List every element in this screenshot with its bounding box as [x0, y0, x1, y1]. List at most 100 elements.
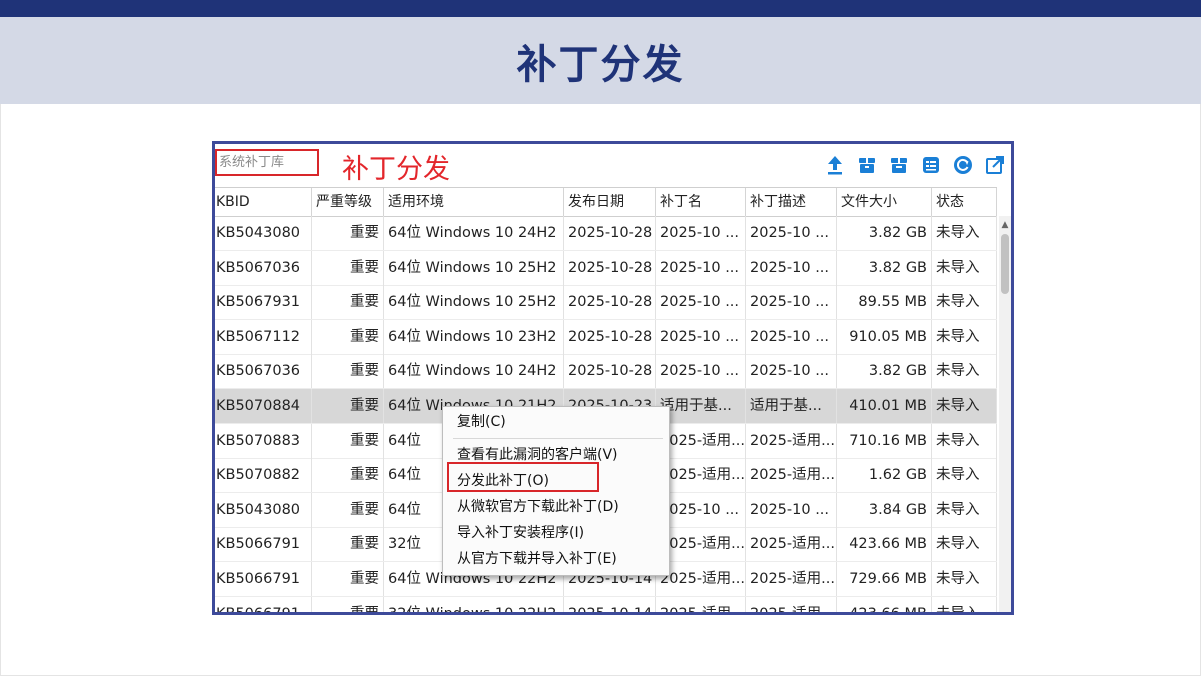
- cell-patch-desc: 2025-适用...: [746, 596, 837, 612]
- cell-patch-desc: 2025-10 ...: [746, 250, 837, 285]
- package-alt-icon[interactable]: [888, 154, 910, 176]
- cell-severity: 重要: [312, 527, 384, 562]
- cell-status: 未导入: [932, 596, 997, 612]
- cell-status: 未导入: [932, 216, 997, 250]
- menu-item-download-ms[interactable]: 从微软官方下载此补丁(D): [457, 495, 619, 519]
- cell-status: 未导入: [932, 319, 997, 354]
- cell-environment: 64位 Windows 10 24H2: [384, 354, 564, 389]
- cell-environment: 64位 Windows 10 23H2: [384, 319, 564, 354]
- menu-item-download-import[interactable]: 从官方下载并导入补丁(E): [457, 547, 617, 571]
- cell-patch-desc: 2025-适用...: [746, 562, 837, 596]
- cell-patch-desc: 2025-10 ...: [746, 319, 837, 354]
- cell-environment: 64位 Windows 10 25H2: [384, 285, 564, 320]
- table-row[interactable]: KB5067036 重要 64位 Windows 10 24H2 2025-10-28…: [215, 354, 997, 390]
- cell-patch-desc: 适用于基...: [746, 389, 837, 423]
- column-header-patch-desc[interactable]: 补丁描述: [746, 188, 837, 216]
- cell-status: 未导入: [932, 458, 997, 493]
- cell-release-date: 2025-10-28: [564, 285, 656, 320]
- cell-severity: 重要: [312, 596, 384, 612]
- cell-file-size: 3.82 GB: [837, 216, 932, 250]
- column-header-environment[interactable]: 适用环境: [384, 188, 564, 216]
- vertical-scrollbar[interactable]: ▲: [999, 216, 1011, 612]
- top-accent-bar: [0, 0, 1201, 17]
- menu-item-copy[interactable]: 复制(C): [457, 410, 506, 434]
- cell-patch-desc: 2025-适用...: [746, 423, 837, 458]
- column-header-severity[interactable]: 严重等级: [312, 188, 384, 216]
- table-row[interactable]: KB5067036 重要 64位 Windows 10 25H2 2025-10-28…: [215, 250, 997, 286]
- table-row[interactable]: KB5066791 重要 32位 Windows 10 22H2 2025-10-14…: [215, 596, 997, 612]
- cell-kbid: KB5070882: [215, 458, 312, 493]
- slide-header: 补丁分发: [0, 17, 1201, 104]
- column-header-status[interactable]: 状态: [932, 188, 997, 216]
- cell-patch-desc: 2025-适用...: [746, 527, 837, 562]
- refresh-icon[interactable]: [952, 154, 974, 176]
- cell-kbid: KB5043080: [215, 216, 312, 250]
- cell-kbid: KB5070883: [215, 423, 312, 458]
- cell-kbid: KB5067036: [215, 354, 312, 389]
- package-icon[interactable]: [856, 154, 878, 176]
- cell-patch-name: 2025-10 ...: [656, 250, 746, 285]
- cell-severity: 重要: [312, 492, 384, 527]
- cell-kbid: KB5067931: [215, 285, 312, 320]
- cell-status: 未导入: [932, 492, 997, 527]
- cell-environment: 32位 Windows 10 22H2: [384, 596, 564, 612]
- cell-release-date: 2025-10-28: [564, 354, 656, 389]
- column-header-patch-name[interactable]: 补丁名: [656, 188, 746, 216]
- upload-icon[interactable]: [824, 154, 846, 176]
- annotation-title: 补丁分发: [342, 154, 450, 185]
- cell-release-date: 2025-10-28: [564, 250, 656, 285]
- cell-patch-desc: 2025-10 ...: [746, 216, 837, 250]
- cell-patch-name: 2025-10 ...: [656, 319, 746, 354]
- export-icon[interactable]: [984, 154, 1006, 176]
- cell-status: 未导入: [932, 527, 997, 562]
- cell-severity: 重要: [312, 285, 384, 320]
- cell-severity: 重要: [312, 354, 384, 389]
- cell-kbid: KB5067112: [215, 319, 312, 354]
- cell-patch-desc: 2025-适用...: [746, 458, 837, 493]
- cell-file-size: 710.16 MB: [837, 423, 932, 458]
- column-header-release-date[interactable]: 发布日期: [564, 188, 656, 216]
- context-menu: 复制(C) 查看有此漏洞的客户端(V) 分发此补丁(O) 从微软官方下载此补丁(…: [442, 406, 670, 576]
- scroll-thumb[interactable]: [1001, 234, 1009, 294]
- cell-patch-name: 2025-10 ...: [656, 216, 746, 250]
- cell-patch-name: 2025-适用...: [656, 596, 746, 612]
- cell-patch-desc: 2025-10 ...: [746, 285, 837, 320]
- toolbar: [824, 154, 1006, 178]
- cell-kbid: KB5067036: [215, 250, 312, 285]
- cell-file-size: 423.66 MB: [837, 596, 932, 612]
- cell-release-date: 2025-10-28: [564, 216, 656, 250]
- search-input[interactable]: 系统补丁库: [215, 149, 319, 176]
- column-header-kbid[interactable]: KBID: [215, 188, 312, 216]
- cell-severity: 重要: [312, 216, 384, 250]
- patch-window: 系统补丁库 补丁分发 KBID 严重等级 适用环境 发布日期 补丁名 补丁描述 文件大小 状态…: [212, 141, 1014, 615]
- cell-severity: 重要: [312, 389, 384, 423]
- cell-severity: 重要: [312, 458, 384, 493]
- menu-item-distribute[interactable]: 分发此补丁(O): [457, 469, 549, 493]
- cell-kbid: KB5066791: [215, 527, 312, 562]
- cell-status: 未导入: [932, 285, 997, 320]
- cell-file-size: 423.66 MB: [837, 527, 932, 562]
- cell-severity: 重要: [312, 250, 384, 285]
- cell-environment: 64位 Windows 10 24H2: [384, 216, 564, 250]
- cell-severity: 重要: [312, 319, 384, 354]
- list-settings-icon[interactable]: [920, 154, 942, 176]
- scroll-up-icon[interactable]: ▲: [999, 220, 1011, 230]
- cell-environment: 64位 Windows 10 25H2: [384, 250, 564, 285]
- column-header-file-size[interactable]: 文件大小: [837, 188, 932, 216]
- table-row[interactable]: KB5067112 重要 64位 Windows 10 23H2 2025-10-28…: [215, 319, 997, 355]
- cell-status: 未导入: [932, 389, 997, 423]
- menu-item-import-installer[interactable]: 导入补丁安装程序(I): [457, 521, 584, 545]
- cell-status: 未导入: [932, 354, 997, 389]
- table-row[interactable]: KB5043080 重要 64位 Windows 10 24H2 2025-10-28…: [215, 216, 997, 251]
- cell-kbid: KB5043080: [215, 492, 312, 527]
- cell-file-size: 3.82 GB: [837, 354, 932, 389]
- cell-file-size: 3.84 GB: [837, 492, 932, 527]
- cell-severity: 重要: [312, 423, 384, 458]
- cell-kbid: KB5066791: [215, 562, 312, 596]
- cell-release-date: 2025-10-28: [564, 319, 656, 354]
- table-header: KBID 严重等级 适用环境 发布日期 补丁名 补丁描述 文件大小 状态: [215, 187, 997, 217]
- menu-separator: [453, 438, 663, 439]
- table-row[interactable]: KB5067931 重要 64位 Windows 10 25H2 2025-10-28…: [215, 285, 997, 321]
- cell-kbid: KB5070884: [215, 389, 312, 423]
- cell-severity: 重要: [312, 562, 384, 596]
